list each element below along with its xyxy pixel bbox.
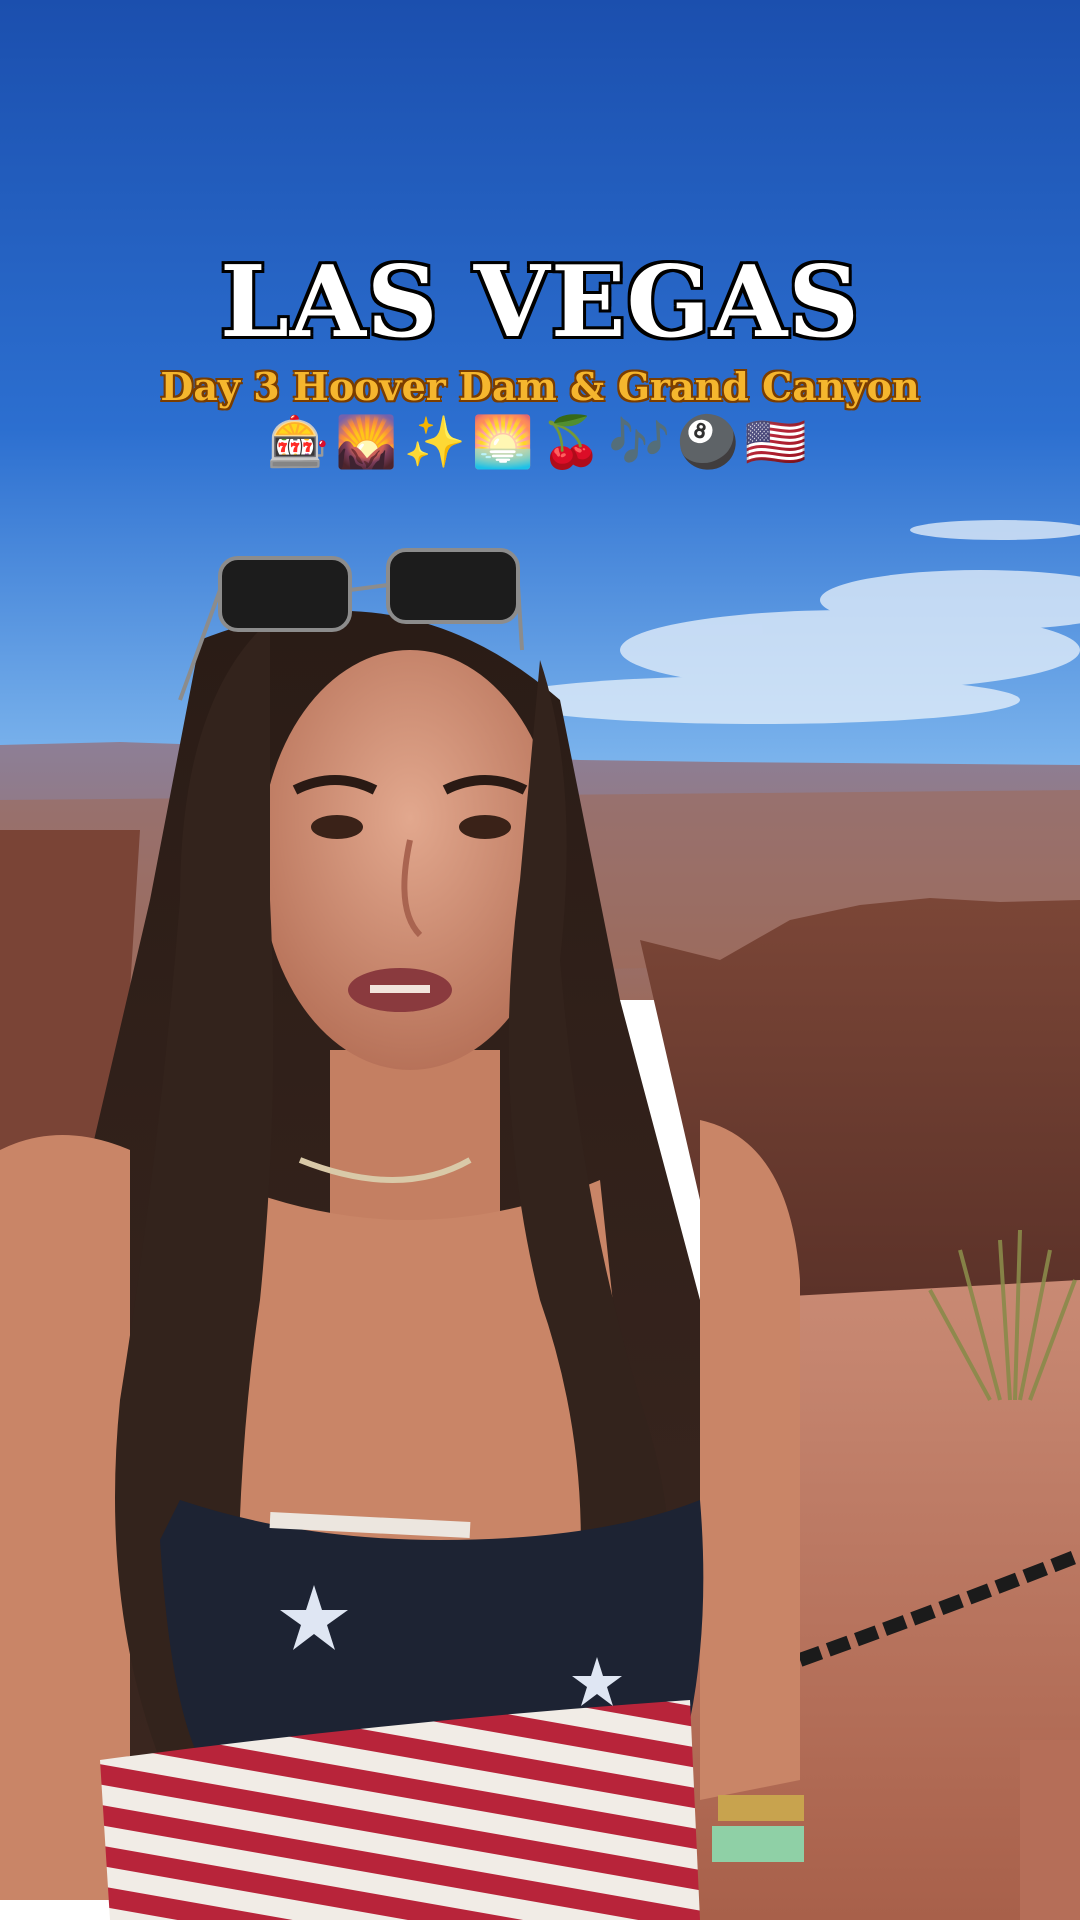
background-photo <box>0 0 1080 1920</box>
